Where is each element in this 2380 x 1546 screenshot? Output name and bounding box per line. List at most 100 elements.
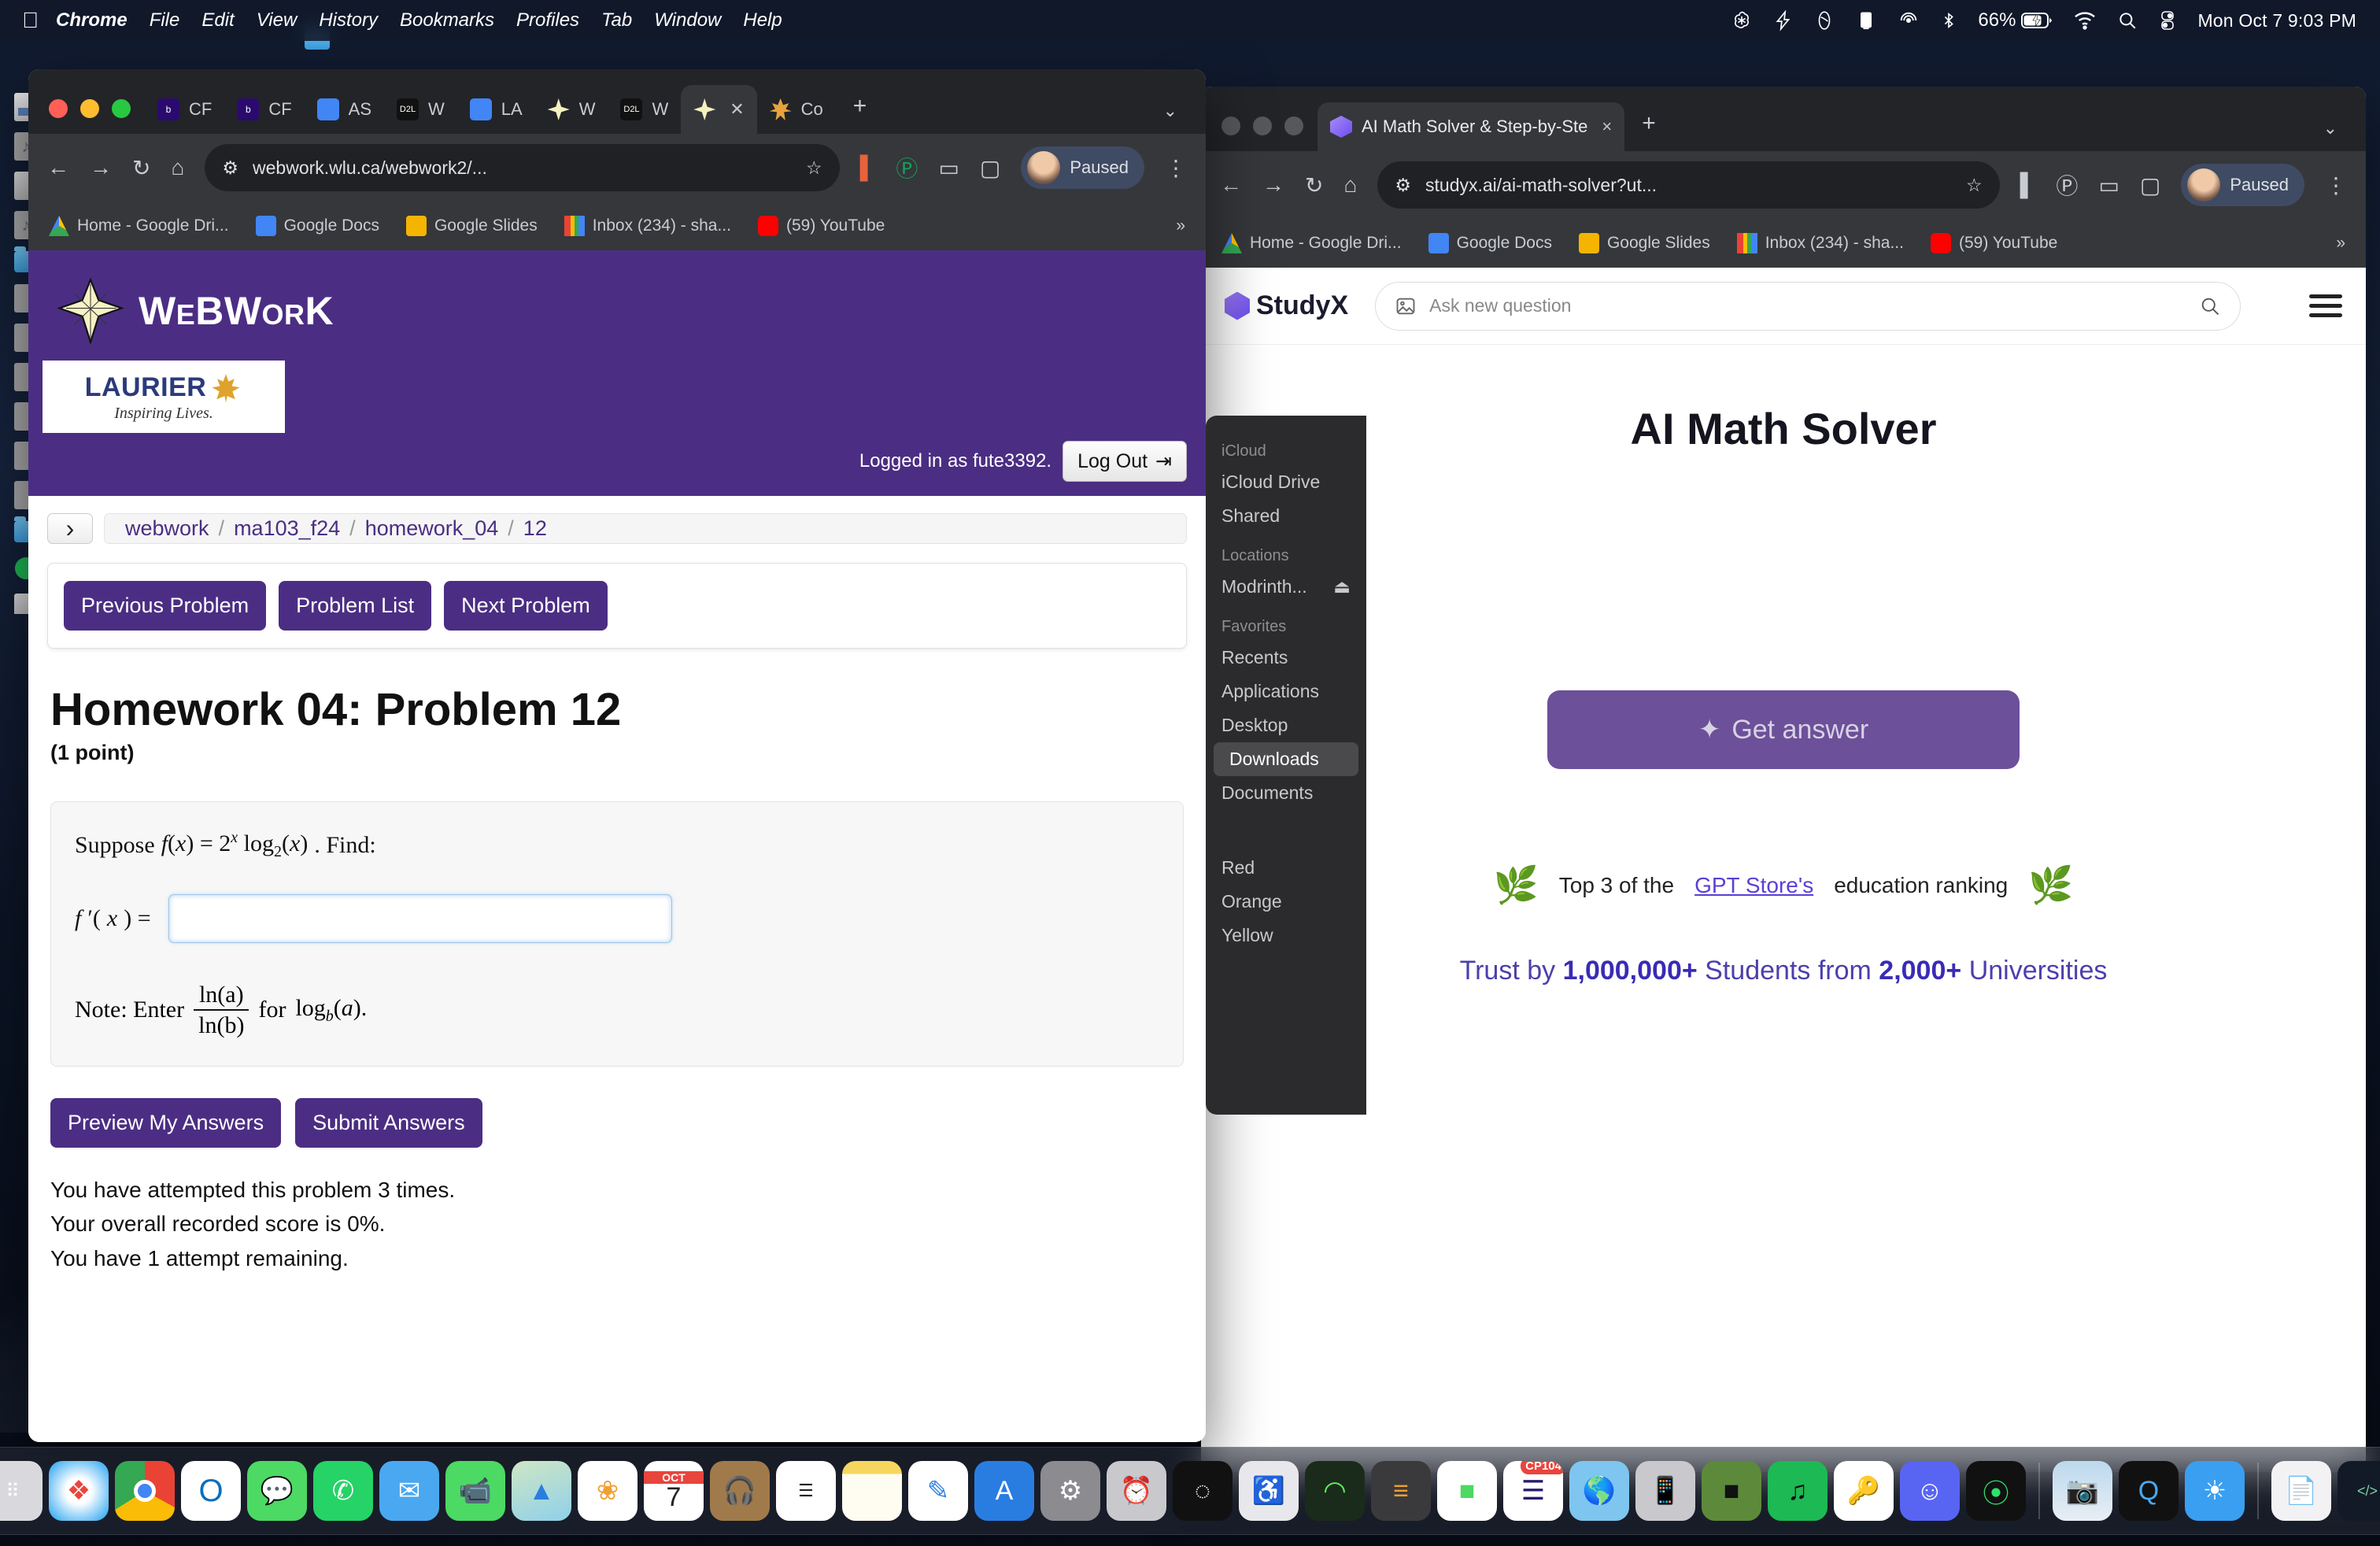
iphone-mirroring-icon[interactable]: 📱 — [1635, 1461, 1695, 1521]
wifi-icon[interactable] — [2073, 11, 2097, 30]
previous-problem-button[interactable]: Previous Problem — [64, 581, 267, 631]
eject-icon[interactable]: ⏏ — [1333, 576, 1351, 597]
tab-webwork-1[interactable]: W — [535, 85, 608, 134]
openai-icon[interactable] — [1731, 9, 1753, 31]
weather-icon[interactable]: ☀ — [2185, 1461, 2245, 1521]
sidebar-tag-orange[interactable]: Orange — [1206, 885, 1366, 919]
maps-icon[interactable]: ▲ — [512, 1461, 571, 1521]
sidebar-tag-yellow[interactable]: Yellow — [1206, 919, 1366, 952]
passwords-icon[interactable]: 🔑 — [1834, 1461, 1894, 1521]
sidebar-item-applications[interactable]: Applications — [1206, 675, 1366, 708]
sidebar-item-shared[interactable]: Shared — [1206, 499, 1366, 533]
forward-icon[interactable]: → — [1262, 172, 1284, 198]
menu-bar-clock[interactable]: Mon Oct 7 9:03 PM — [2197, 10, 2356, 31]
reminders-icon[interactable]: ☰ — [776, 1461, 836, 1521]
bookmark-google-docs[interactable]: Google Docs — [255, 216, 379, 236]
sidebar-item-icloud-drive[interactable]: iCloud Drive — [1206, 465, 1366, 499]
address-bar[interactable]: ⚙ webwork.wlu.ca/webwork2/... ☆ — [205, 144, 840, 191]
sidebar-item-modrinth[interactable]: Modrinth... ⏏ — [1206, 570, 1366, 604]
breadcrumb-problem[interactable]: 12 — [523, 516, 547, 541]
preview-icon[interactable]: 📷 — [2053, 1461, 2112, 1521]
sidebar-item-desktop[interactable]: Desktop — [1206, 708, 1366, 742]
discord-icon[interactable]: ☺ — [1900, 1461, 1960, 1521]
breadcrumb-course[interactable]: ma103_f24 — [234, 516, 340, 541]
get-answer-button[interactable]: ✦ Get answer — [1547, 690, 2020, 769]
extension-icon-3[interactable]: ▭ — [938, 155, 959, 181]
back-icon[interactable]: ← — [47, 155, 69, 180]
sidebar-item-documents[interactable]: Documents — [1206, 776, 1366, 810]
notes-icon[interactable] — [842, 1461, 902, 1521]
home-icon[interactable]: ⌂ — [1343, 172, 1357, 198]
display-icon[interactable]: ■ — [1437, 1461, 1497, 1521]
chrome-menu-icon[interactable]: ⋮ — [2325, 172, 2347, 198]
airplay-icon[interactable] — [1898, 9, 1920, 31]
modrinth-icon[interactable]: ⦿ — [1966, 1461, 2026, 1521]
tab-webwork-active[interactable]: ✕ — [681, 85, 757, 134]
bookmark-youtube[interactable]: (59) YouTube — [757, 216, 885, 236]
site-settings-icon[interactable]: ⚙ — [1395, 175, 1411, 196]
ask-new-question-input[interactable]: Ask new question — [1375, 281, 2241, 331]
close-tab-icon[interactable]: × — [1602, 117, 1612, 137]
bookmarks-overflow-icon[interactable]: » — [1176, 216, 1185, 235]
apple-logo-icon[interactable]:  — [22, 9, 39, 31]
bookmark-google-slides[interactable]: Google Slides — [405, 216, 538, 236]
messages-icon[interactable]: 💬 — [247, 1461, 307, 1521]
tab-ai-math-solver[interactable]: AI Math Solver & Step-by-Ste × — [1318, 102, 1625, 151]
spotify-icon[interactable]: ♫ — [1768, 1461, 1828, 1521]
control-center-icon[interactable] — [2158, 10, 2177, 31]
studyx-browser-window[interactable]: AI Math Solver & Step-by-Ste × + ⌄ ← → ↻… — [1201, 87, 2366, 1472]
quicktime-icon[interactable]: Q — [2119, 1461, 2179, 1521]
bookmark-star-icon[interactable]: ☆ — [806, 157, 822, 179]
globe-lock-icon[interactable]: 🌎 — [1569, 1461, 1629, 1521]
shazam-icon[interactable] — [1814, 10, 1835, 31]
battery-status[interactable]: 66% — [1978, 9, 2053, 31]
finder-sidebar[interactable]: iCloud iCloud Drive Shared Locations Mod… — [1206, 416, 1366, 1115]
photos-icon[interactable]: ❀ — [578, 1461, 638, 1521]
tab-d2l-2[interactable]: D2L W — [608, 85, 681, 134]
cp104-icon[interactable]: ☰ CP104 — [1503, 1461, 1563, 1521]
sidebar-item-downloads[interactable]: Downloads — [1214, 742, 1358, 776]
bookmark-youtube[interactable]: (59) YouTube — [1930, 233, 2057, 253]
screen-mirroring-icon[interactable] — [1855, 9, 1877, 31]
chrome-icon[interactable] — [115, 1461, 175, 1521]
menu-item-window[interactable]: Window — [654, 9, 721, 31]
tab-search-button[interactable]: ⌄ — [1146, 101, 1195, 134]
facetime-icon[interactable]: 📹 — [445, 1461, 505, 1521]
menu-item-view[interactable]: View — [257, 9, 298, 31]
menu-item-history[interactable]: History — [319, 9, 378, 31]
menu-item-chrome[interactable]: Chrome — [56, 9, 128, 31]
tab-cf-2[interactable]: b CF — [224, 85, 304, 134]
close-tab-icon[interactable]: ✕ — [730, 99, 744, 120]
documents-stack-icon[interactable]: 📄 — [2271, 1461, 2331, 1521]
site-settings-icon[interactable]: ⚙ — [222, 157, 238, 179]
address-bar[interactable]: ⚙ studyx.ai/ai-math-solver?ut... ☆ — [1377, 161, 2000, 209]
answer-input[interactable] — [168, 894, 672, 943]
reload-icon[interactable]: ↻ — [1305, 172, 1323, 198]
next-problem-button[interactable]: Next Problem — [444, 581, 608, 631]
safari-icon[interactable]: ❖ — [49, 1461, 109, 1521]
new-tab-button[interactable]: + — [1624, 110, 1673, 151]
menu-item-tab[interactable]: Tab — [601, 9, 632, 31]
search-icon[interactable] — [2117, 10, 2138, 31]
calculator-icon[interactable]: ≡ — [1371, 1461, 1431, 1521]
webwork-browser-window[interactable]: b CF b CF AS D2L W LA W D2L W ✕ Co + ⌄ ←… — [28, 69, 1206, 1442]
tab-as[interactable]: AS — [305, 85, 384, 134]
profile-chip[interactable]: Paused — [2181, 164, 2304, 206]
maximize-window-button[interactable] — [1284, 117, 1303, 135]
bookmarks-overflow-icon[interactable]: » — [2336, 234, 2345, 253]
app-store-icon[interactable]: A — [974, 1461, 1034, 1521]
sidebar-toggle-button[interactable]: › — [47, 513, 93, 544]
webwork-traffic-lights[interactable] — [39, 99, 145, 134]
close-window-button[interactable] — [1221, 117, 1240, 135]
menu-item-bookmarks[interactable]: Bookmarks — [400, 9, 494, 31]
outlook-icon[interactable]: O — [181, 1461, 241, 1521]
extension-icon-3[interactable]: ▭ — [2098, 172, 2119, 198]
breadcrumb-webwork[interactable]: webwork — [125, 516, 209, 541]
tab-la[interactable]: LA — [457, 85, 535, 134]
extension-icon-1[interactable]: ▌ — [860, 155, 876, 180]
extension-icon-1[interactable]: ▌ — [2020, 172, 2036, 198]
reload-icon[interactable]: ↻ — [132, 155, 150, 181]
grammarly-extension-icon[interactable]: Ⓟ — [896, 152, 918, 183]
stethoscope-icon[interactable]: ♿ — [1239, 1461, 1299, 1521]
bookmark-star-icon[interactable]: ☆ — [1966, 175, 1983, 196]
